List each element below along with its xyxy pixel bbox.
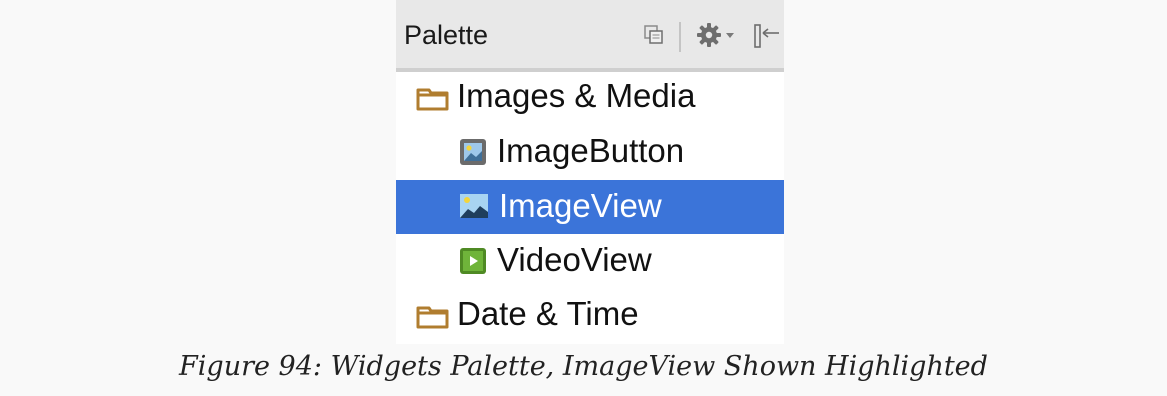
widget-imageview[interactable]: ImageView <box>396 180 784 234</box>
image-button-icon <box>460 139 486 165</box>
figure-caption: Figure 94: Widgets Palette, ImageView Sh… <box>179 351 988 382</box>
palette-title: Palette <box>404 20 489 50</box>
folder-icon <box>416 88 449 111</box>
palette-panel: Palette Images & Media ImageButton Image… <box>396 0 784 344</box>
widget-label: ImageButton <box>497 132 685 169</box>
restore-icon[interactable] <box>644 25 664 45</box>
image-view-icon <box>460 194 488 218</box>
gear-icon[interactable] <box>696 22 722 48</box>
category-date-time[interactable]: Date & Time <box>396 288 784 342</box>
chevron-down-icon[interactable] <box>725 32 735 40</box>
widget-imagebutton[interactable]: ImageButton <box>396 125 784 179</box>
palette-header: Palette <box>396 0 784 72</box>
folder-icon <box>416 306 449 329</box>
category-label: Date & Time <box>457 295 639 332</box>
collapse-left-icon[interactable] <box>753 23 781 49</box>
video-view-icon <box>460 248 486 274</box>
widget-label: VideoView <box>497 241 652 278</box>
category-label: Images & Media <box>457 77 696 114</box>
widget-videoview[interactable]: VideoView <box>396 234 784 288</box>
category-images-media[interactable]: Images & Media <box>396 70 784 124</box>
toolbar-separator <box>679 22 681 52</box>
widget-label: ImageView <box>499 187 662 224</box>
